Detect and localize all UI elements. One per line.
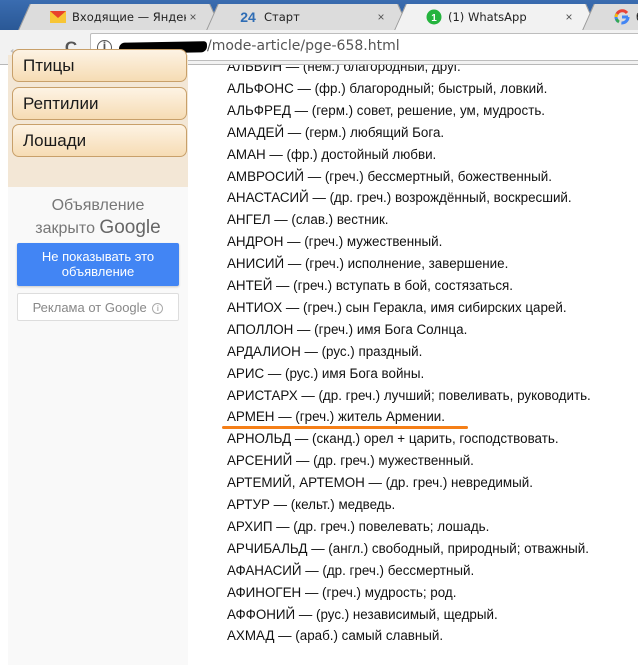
name-entry: АНТЕЙ — (греч.) вступать в бой, состязат…	[227, 278, 514, 293]
name-entry: АРИС — (рус.) имя Бога войны.	[227, 365, 425, 381]
close-icon[interactable]: ×	[374, 10, 388, 24]
name-entry: АПОЛЛОН — (греч.) имя Бога Солнца.	[227, 321, 468, 337]
names-list: АЛЬВИН — (нем.) благородный, друг. АЛЬФОН…	[227, 65, 638, 665]
close-icon[interactable]: ×	[186, 10, 200, 24]
ad-title-line1: Объявление	[51, 197, 145, 214]
tab-google[interactable]: бог	[594, 4, 638, 30]
google-logo-text: Google	[99, 217, 161, 238]
close-icon[interactable]: ×	[562, 10, 576, 24]
category-birds[interactable]: Птицы	[12, 49, 187, 82]
google-icon	[614, 9, 630, 25]
tab-strip: Входящие — Яндекс.Почта × 24 Старт × 1 (…	[0, 0, 638, 30]
name-entry: АРНОЛЬД — (сканд.) орел + царить, господ…	[227, 431, 559, 447]
category-reptiles[interactable]: Рептилии	[12, 87, 187, 120]
hide-ad-button[interactable]: Не показывать это объявление	[17, 243, 179, 286]
category-horses[interactable]: Лошади	[12, 124, 187, 157]
name-entry: АМВРОСИЙ — (греч.) бессмертный, божестве…	[227, 168, 552, 184]
name-entry: АЛЬФРЕД — (герм.) совет, решение, ум, му…	[227, 102, 546, 118]
whatsapp-badge: 1	[431, 13, 437, 24]
name-entry: АРИСТАРХ — (др. греч.) лучший; повеливат…	[227, 387, 591, 403]
name-entry: АРЧИБАЛЬД — (англ.) свободный, природный…	[227, 540, 590, 556]
name-entry: АЛЬВИН — (нем.) благородный, друг.	[227, 65, 461, 74]
ad-title-line2: закрыто	[35, 220, 95, 237]
name-entry: АНДРОН — (греч.) мужественный.	[227, 234, 443, 250]
ads-by-google-button[interactable]: Реклама от Google i	[17, 293, 179, 321]
name-entry: АЛЬФОНС — (фр.) благородный; быстрый, ло…	[227, 80, 548, 96]
name-entry: АФФОНИЙ — (рус.) независимый, щедрый.	[227, 606, 498, 622]
name-entry: АНАСТАСИЙ — (др. греч.) возрождённый, во…	[227, 190, 572, 206]
name-entry: АФАНАСИЙ — (др. греч.) бессмертный.	[227, 562, 475, 578]
name-entry: АХМАД — (араб.) самый славный.	[227, 628, 444, 644]
name-entry: АНГЕЛ — (слав.) вестник.	[227, 212, 389, 228]
name-entry: АНИСИЙ — (греч.) исполнение, завершение.	[227, 256, 509, 272]
name-entry: АРСЕНИЙ — (др. греч.) мужественный.	[227, 453, 474, 469]
sidebar: Птицы Рептилии Лошади Объявление закрыто…	[0, 49, 190, 665]
name-entry: АРТЕМИЙ, АРТЕМОН — (др. греч.) невредимы…	[227, 475, 533, 491]
name-entry: АРХИП — (др. греч.) повелевать; лошадь.	[227, 518, 490, 534]
name-entry: АФИНОГЕН — (греч.) мудрость; род.	[227, 584, 457, 600]
tab-whatsapp[interactable]: 1 (1) WhatsApp ×	[406, 4, 586, 30]
highlight-underline	[222, 426, 468, 429]
name-entry: АРДАЛИОН — (рус.) праздный.	[227, 343, 423, 359]
name-entry: АМАДЕЙ — (герм.) любящий Бога.	[227, 124, 445, 140]
24-start-icon: 24	[240, 9, 256, 25]
name-entry: АНТИОХ — (греч.) сын Геракла, имя сибирс…	[227, 299, 567, 315]
ads-by-google-label: Реклама от Google	[32, 300, 147, 315]
tab-title: Входящие — Яндекс.Почта	[72, 10, 186, 24]
name-entry: АМАН — (фр.) достойный любви.	[227, 146, 437, 162]
url-text[interactable]: /mode-article/pge-658.html	[207, 38, 400, 54]
ad-closed-title: Объявление закрыто Google	[8, 195, 188, 240]
yandex-mail-icon	[50, 9, 66, 25]
tab-yandex-mail[interactable]: Входящие — Яндекс.Почта ×	[30, 4, 210, 30]
name-entry: АРТУР — (кельт.) медведь.	[227, 497, 396, 512]
tab-start[interactable]: 24 Старт ×	[218, 4, 398, 30]
tab-title: (1) WhatsApp	[448, 10, 527, 24]
ad-closed-panel: Объявление закрыто Google Не показывать …	[8, 187, 188, 665]
info-icon: i	[152, 303, 164, 314]
whatsapp-icon: 1	[426, 9, 442, 25]
tab-title: Старт	[264, 10, 300, 24]
